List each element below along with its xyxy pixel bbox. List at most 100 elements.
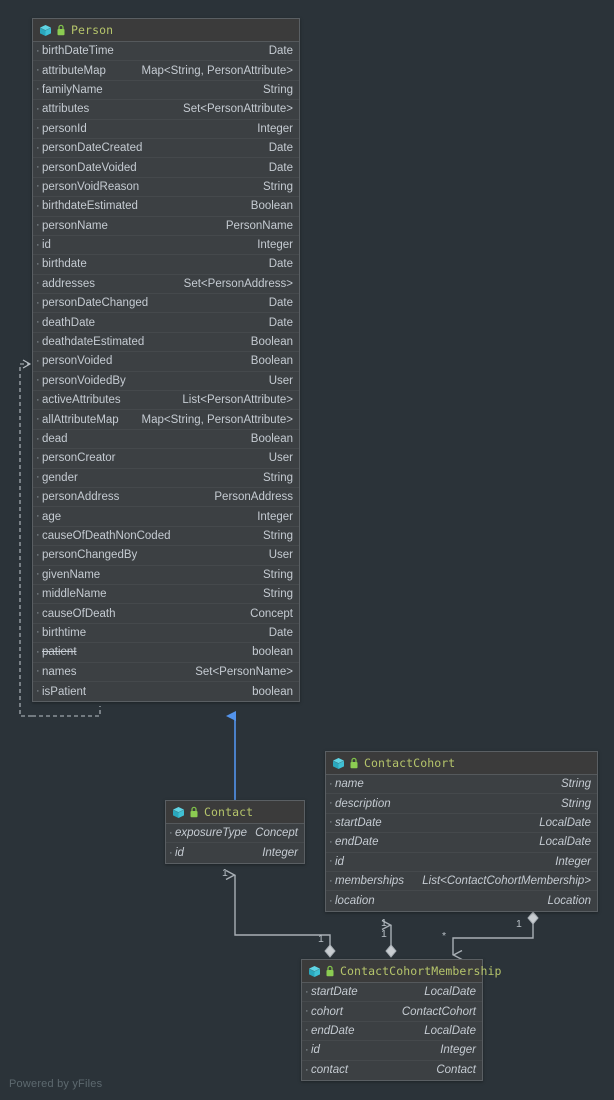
attribute-bullet-icon: · bbox=[36, 665, 40, 678]
attribute-row[interactable]: · birthtime Date bbox=[33, 624, 299, 644]
attribute-row[interactable]: · contact Contact bbox=[302, 1061, 482, 1080]
attribute-type: Integer bbox=[262, 847, 298, 860]
attribute-bullet-icon: · bbox=[36, 510, 40, 523]
attribute-bullet-icon: · bbox=[36, 645, 40, 658]
attribute-row[interactable]: · age Integer bbox=[33, 507, 299, 527]
class-name: ContactCohort bbox=[364, 756, 456, 770]
attribute-row[interactable]: · personDateCreated Date bbox=[33, 139, 299, 159]
attribute-row[interactable]: · dead Boolean bbox=[33, 430, 299, 450]
class-node-contactcohort[interactable]: ContactCohort · name String · description Stri… bbox=[325, 751, 598, 912]
attribute-row[interactable]: · personVoidedBy User bbox=[33, 372, 299, 392]
class-header-contactcohortmembership[interactable]: ContactCohortMembership bbox=[302, 960, 501, 983]
attribute-bullet-icon: · bbox=[329, 777, 333, 790]
attribute-name: personDateChanged bbox=[42, 297, 149, 310]
class-header-person[interactable]: Person bbox=[33, 19, 299, 42]
attribute-row[interactable]: · causeOfDeathNonCoded String bbox=[33, 527, 299, 547]
attribute-name: isPatient bbox=[42, 685, 87, 698]
class-cube-icon bbox=[39, 24, 52, 37]
attribute-name: deathdateEstimated bbox=[42, 336, 145, 349]
attribute-row[interactable]: · activeAttributes List<PersonAttribute> bbox=[33, 391, 299, 411]
attribute-row[interactable]: · description String bbox=[326, 794, 597, 814]
attribute-row[interactable]: · exposureType Concept bbox=[166, 824, 304, 844]
attribute-type: User bbox=[268, 452, 293, 465]
attribute-row[interactable]: · personVoided Boolean bbox=[33, 352, 299, 372]
attribute-row[interactable]: · personDateVoided Date bbox=[33, 158, 299, 178]
attribute-row[interactable]: · personVoidReason String bbox=[33, 178, 299, 198]
attribute-row[interactable]: · endDate LocalDate bbox=[302, 1022, 482, 1042]
attribute-row[interactable]: · endDate LocalDate bbox=[326, 833, 597, 853]
attribute-bullet-icon: · bbox=[305, 1005, 309, 1018]
attribute-name: id bbox=[335, 855, 344, 868]
attribute-name: causeOfDeathNonCoded bbox=[42, 529, 171, 542]
attribute-row[interactable]: · allAttributeMap Map<String, PersonAttrib… bbox=[33, 410, 299, 430]
attribute-row[interactable]: · id Integer bbox=[33, 236, 299, 256]
attribute-bullet-icon: · bbox=[36, 44, 40, 57]
attribute-bullet-icon: · bbox=[329, 855, 333, 868]
attribute-row[interactable]: · addresses Set<PersonAddress> bbox=[33, 275, 299, 295]
attribute-bullet-icon: · bbox=[36, 238, 40, 251]
class-header-contact[interactable]: Contact bbox=[166, 801, 304, 824]
attribute-row[interactable]: · location Location bbox=[326, 891, 597, 910]
attribute-type: Set<PersonName> bbox=[195, 665, 293, 678]
attribute-name: attributes bbox=[42, 103, 90, 116]
attribute-row[interactable]: · personChangedBy User bbox=[33, 546, 299, 566]
attribute-type: LocalDate bbox=[539, 816, 591, 829]
attribute-row[interactable]: · id Integer bbox=[302, 1041, 482, 1061]
attribute-bullet-icon: · bbox=[305, 1043, 309, 1056]
attribute-bullet-icon: · bbox=[305, 985, 309, 998]
attribute-bullet-icon: · bbox=[36, 141, 40, 154]
attribute-row[interactable]: · id Integer bbox=[166, 843, 304, 862]
class-node-contactcohortmembership[interactable]: ContactCohortMembership · startDate LocalDa… bbox=[301, 959, 501, 1081]
attribute-row[interactable]: · birthdateEstimated Boolean bbox=[33, 197, 299, 217]
attribute-bullet-icon: · bbox=[36, 296, 40, 309]
attribute-row[interactable]: · personId Integer bbox=[33, 120, 299, 139]
attribute-type: Date bbox=[268, 45, 293, 58]
attribute-row[interactable]: · deathDate Date bbox=[33, 313, 299, 333]
class-node-contact[interactable]: Contact · exposureType Concept · id Integer bbox=[165, 800, 305, 864]
attribute-row[interactable]: · isPatient boolean bbox=[33, 682, 299, 701]
attribute-row[interactable]: · personDateChanged Date bbox=[33, 294, 299, 314]
attribute-row[interactable]: · givenName String bbox=[33, 566, 299, 585]
edge-membership-cohort bbox=[386, 925, 397, 958]
attribute-row[interactable]: · birthDateTime Date bbox=[33, 42, 299, 62]
attribute-type: String bbox=[560, 797, 591, 810]
attribute-bullet-icon: · bbox=[36, 685, 40, 698]
attribute-row[interactable]: · gender String bbox=[33, 469, 299, 488]
attribute-row[interactable]: · personCreator User bbox=[33, 449, 299, 469]
attribute-row[interactable]: · personName PersonName bbox=[33, 217, 299, 236]
attribute-name: cohort bbox=[311, 1005, 343, 1018]
attribute-type: Concept bbox=[255, 827, 298, 840]
attribute-row[interactable]: · patient boolean bbox=[33, 643, 299, 663]
attribute-row[interactable]: · deathdateEstimated Boolean bbox=[33, 333, 299, 353]
attribute-row[interactable]: · personAddress PersonAddress bbox=[33, 488, 299, 508]
class-node-person[interactable]: Person · birthDateTime Date · attributeMap Map… bbox=[32, 18, 300, 703]
attribute-row[interactable]: · middleName String bbox=[33, 585, 299, 605]
attribute-bullet-icon: · bbox=[169, 826, 173, 839]
attribute-row[interactable]: · startDate LocalDate bbox=[326, 814, 597, 834]
attribute-name: exposureType bbox=[175, 827, 248, 840]
attribute-row[interactable]: · attributeMap Map<String, PersonAttribute… bbox=[33, 61, 299, 81]
attribute-row[interactable]: · names Set<PersonName> bbox=[33, 663, 299, 682]
attribute-type: Integer bbox=[440, 1044, 476, 1057]
attribute-name: contact bbox=[311, 1064, 349, 1077]
attribute-row[interactable]: · familyName String bbox=[33, 81, 299, 101]
attribute-row[interactable]: · name String bbox=[326, 775, 597, 795]
attribute-bullet-icon: · bbox=[36, 568, 40, 581]
attribute-name: birthdate bbox=[42, 258, 87, 271]
attribute-row[interactable]: · memberships List<ContactCohortMembership… bbox=[326, 872, 597, 892]
attribute-name: allAttributeMap bbox=[42, 413, 119, 426]
attribute-bullet-icon: · bbox=[305, 1063, 309, 1076]
attribute-type: Set<PersonAddress> bbox=[183, 277, 293, 290]
multiplicity-label: 1 bbox=[318, 933, 324, 945]
attribute-row[interactable]: · birthdate Date bbox=[33, 255, 299, 275]
attribute-row[interactable]: · causeOfDeath Concept bbox=[33, 604, 299, 624]
attribute-row[interactable]: · id Integer bbox=[326, 853, 597, 872]
attribute-bullet-icon: · bbox=[36, 393, 40, 406]
attribute-row[interactable]: · cohort ContactCohort bbox=[302, 1002, 482, 1022]
attribute-type: Integer bbox=[257, 122, 293, 135]
attribute-type: PersonAddress bbox=[214, 491, 293, 504]
attribute-row[interactable]: · startDate LocalDate bbox=[302, 983, 482, 1003]
class-header-contactcohort[interactable]: ContactCohort bbox=[326, 752, 597, 775]
attribute-row[interactable]: · attributes Set<PersonAttribute> bbox=[33, 100, 299, 120]
attribute-bullet-icon: · bbox=[36, 490, 40, 503]
